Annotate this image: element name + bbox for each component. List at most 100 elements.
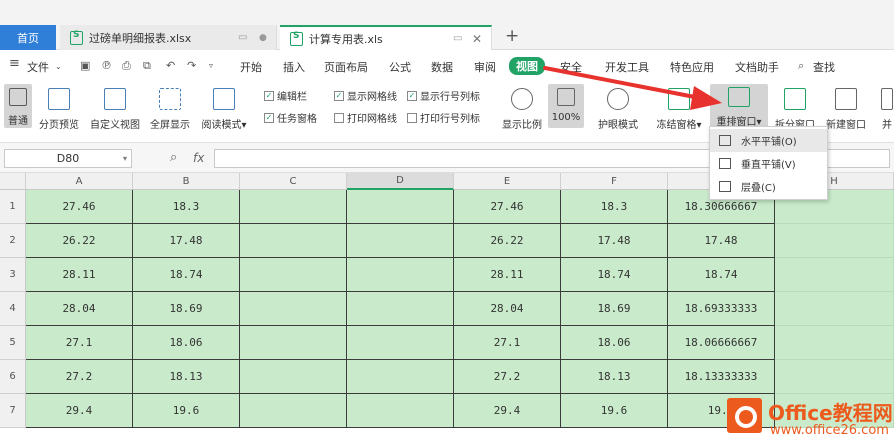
cell-f[interactable]: 18.74 bbox=[561, 258, 668, 292]
cell-g[interactable]: 18.13333333 bbox=[668, 360, 775, 394]
cell-g[interactable]: 18.69333333 bbox=[668, 292, 775, 326]
column-header-f[interactable]: F bbox=[561, 173, 668, 190]
split-window-button[interactable]: 拆分窗口 bbox=[772, 84, 818, 131]
print-preview-icon[interactable]: ⧉ bbox=[143, 59, 151, 73]
chevron-down-icon[interactable]: ▿ bbox=[209, 61, 213, 70]
cell-c[interactable] bbox=[240, 258, 347, 292]
cell-h[interactable] bbox=[775, 292, 894, 326]
new-window-button[interactable]: 新建窗口 bbox=[822, 84, 870, 131]
undo-icon[interactable]: ↶ bbox=[166, 59, 175, 72]
cell-b[interactable]: 18.06 bbox=[133, 326, 240, 360]
cell-e[interactable]: 27.2 bbox=[454, 360, 561, 394]
cell-b[interactable]: 17.48 bbox=[133, 224, 240, 258]
menu-insert[interactable]: 插入 bbox=[283, 59, 305, 75]
menu-doc-assistant[interactable]: 文档助手 bbox=[735, 59, 779, 75]
cell-c[interactable] bbox=[240, 394, 347, 428]
cell-g[interactable]: 18.06666667 bbox=[668, 326, 775, 360]
menu-features[interactable]: 特色应用 bbox=[670, 59, 714, 75]
cell-e[interactable]: 26.22 bbox=[454, 224, 561, 258]
cell-h[interactable] bbox=[775, 258, 894, 292]
name-box[interactable]: D80 ▾ bbox=[4, 149, 132, 168]
cell-b[interactable]: 18.69 bbox=[133, 292, 240, 326]
hamburger-menu-icon[interactable]: ≡ bbox=[9, 56, 20, 71]
cell-e[interactable]: 28.11 bbox=[454, 258, 561, 292]
tab-doc-report[interactable]: 过磅单明细报表.xlsx ▭ ● bbox=[60, 25, 277, 50]
cell-f[interactable]: 18.69 bbox=[561, 292, 668, 326]
reading-mode-button[interactable]: 阅读模式▾ bbox=[198, 84, 250, 131]
menu-data[interactable]: 数据 bbox=[431, 59, 453, 75]
close-icon[interactable]: ✕ bbox=[472, 32, 482, 46]
menu-page-layout[interactable]: 页面布局 bbox=[324, 59, 368, 75]
cell-c[interactable] bbox=[240, 190, 347, 224]
format-painter-icon[interactable]: ℗ bbox=[101, 59, 112, 72]
cell-d[interactable] bbox=[347, 292, 454, 326]
column-header-d[interactable]: D bbox=[347, 173, 454, 190]
cell-a[interactable]: 27.2 bbox=[26, 360, 133, 394]
cell-a[interactable]: 29.4 bbox=[26, 394, 133, 428]
search-button[interactable]: 查找 bbox=[813, 59, 835, 75]
check-print-headers[interactable]: 打印行号列标 bbox=[407, 110, 480, 125]
page-break-preview-button[interactable]: 分页预览 bbox=[37, 84, 81, 131]
cell-b[interactable]: 19.6 bbox=[133, 394, 240, 428]
custom-view-button[interactable]: 自定义视图 bbox=[88, 84, 142, 131]
zoom-formula-icon[interactable]: ⌕ bbox=[170, 150, 177, 165]
cell-b[interactable]: 18.13 bbox=[133, 360, 240, 394]
zoom-button[interactable]: 显示比例 bbox=[500, 84, 544, 131]
row-header[interactable]: 3 bbox=[0, 258, 26, 292]
tab-pin-icon[interactable]: ▭ bbox=[453, 33, 462, 44]
cell-g[interactable]: 18.74 bbox=[668, 258, 775, 292]
cell-d[interactable] bbox=[347, 326, 454, 360]
cell-d[interactable] bbox=[347, 394, 454, 428]
chevron-down-icon[interactable]: ⌄ bbox=[55, 62, 62, 71]
cell-a[interactable]: 26.22 bbox=[26, 224, 133, 258]
cell-f[interactable]: 18.06 bbox=[561, 326, 668, 360]
select-all-corner[interactable] bbox=[0, 173, 26, 190]
menu-start[interactable]: 开始 bbox=[240, 59, 262, 75]
cell-f[interactable]: 19.6 bbox=[561, 394, 668, 428]
cell-c[interactable] bbox=[240, 326, 347, 360]
add-tab-button[interactable]: + bbox=[505, 26, 519, 46]
row-header[interactable]: 6 bbox=[0, 360, 26, 394]
home-tab[interactable]: 首页 bbox=[0, 25, 56, 50]
row-header[interactable]: 5 bbox=[0, 326, 26, 360]
chevron-down-icon[interactable]: ▾ bbox=[123, 154, 127, 163]
more-button[interactable]: 并 bbox=[880, 84, 894, 131]
cell-f[interactable]: 18.3 bbox=[561, 190, 668, 224]
arrange-windows-button[interactable]: 重排窗口▾ bbox=[710, 84, 768, 128]
cell-d[interactable] bbox=[347, 190, 454, 224]
menu-review[interactable]: 审阅 bbox=[474, 59, 496, 75]
cell-f[interactable]: 17.48 bbox=[561, 224, 668, 258]
cell-g[interactable]: 17.48 bbox=[668, 224, 775, 258]
cell-e[interactable]: 27.1 bbox=[454, 326, 561, 360]
freeze-panes-button[interactable]: 冻结窗格▾ bbox=[655, 84, 703, 131]
zoom-100-button[interactable]: 100% bbox=[548, 84, 584, 128]
row-header[interactable]: 1 bbox=[0, 190, 26, 224]
column-header-e[interactable]: E bbox=[454, 173, 561, 190]
menu-tile-vertical[interactable]: 垂直平铺(V) bbox=[710, 152, 827, 175]
tab-pin-icon[interactable]: ▭ bbox=[238, 32, 247, 43]
cell-d[interactable] bbox=[347, 258, 454, 292]
check-print-gridlines[interactable]: 打印网格线 bbox=[334, 110, 397, 125]
cell-c[interactable] bbox=[240, 224, 347, 258]
menu-security[interactable]: 安全 bbox=[560, 59, 582, 75]
cell-a[interactable]: 27.1 bbox=[26, 326, 133, 360]
menu-file[interactable]: 文件 bbox=[27, 59, 49, 75]
cell-e[interactable]: 28.04 bbox=[454, 292, 561, 326]
cell-e[interactable]: 29.4 bbox=[454, 394, 561, 428]
cell-b[interactable]: 18.3 bbox=[133, 190, 240, 224]
save-icon[interactable]: ▣ bbox=[80, 59, 90, 72]
fx-icon[interactable]: fx bbox=[193, 151, 204, 165]
menu-view[interactable]: 视图 bbox=[509, 57, 545, 75]
check-task-pane[interactable]: 任务窗格 bbox=[264, 110, 317, 125]
row-header[interactable]: 4 bbox=[0, 292, 26, 326]
check-show-gridlines[interactable]: 显示网格线 bbox=[334, 88, 397, 103]
eye-mode-button[interactable]: 护眼模式 bbox=[596, 84, 640, 131]
cell-a[interactable]: 27.46 bbox=[26, 190, 133, 224]
cell-h[interactable] bbox=[775, 360, 894, 394]
cell-e[interactable]: 27.46 bbox=[454, 190, 561, 224]
menu-tile-horizontal[interactable]: 水平平铺(O) bbox=[710, 129, 827, 152]
print-icon[interactable]: ⎙ bbox=[122, 59, 131, 73]
cell-c[interactable] bbox=[240, 292, 347, 326]
cell-b[interactable]: 18.74 bbox=[133, 258, 240, 292]
fullscreen-button[interactable]: 全屏显示 bbox=[148, 84, 192, 131]
